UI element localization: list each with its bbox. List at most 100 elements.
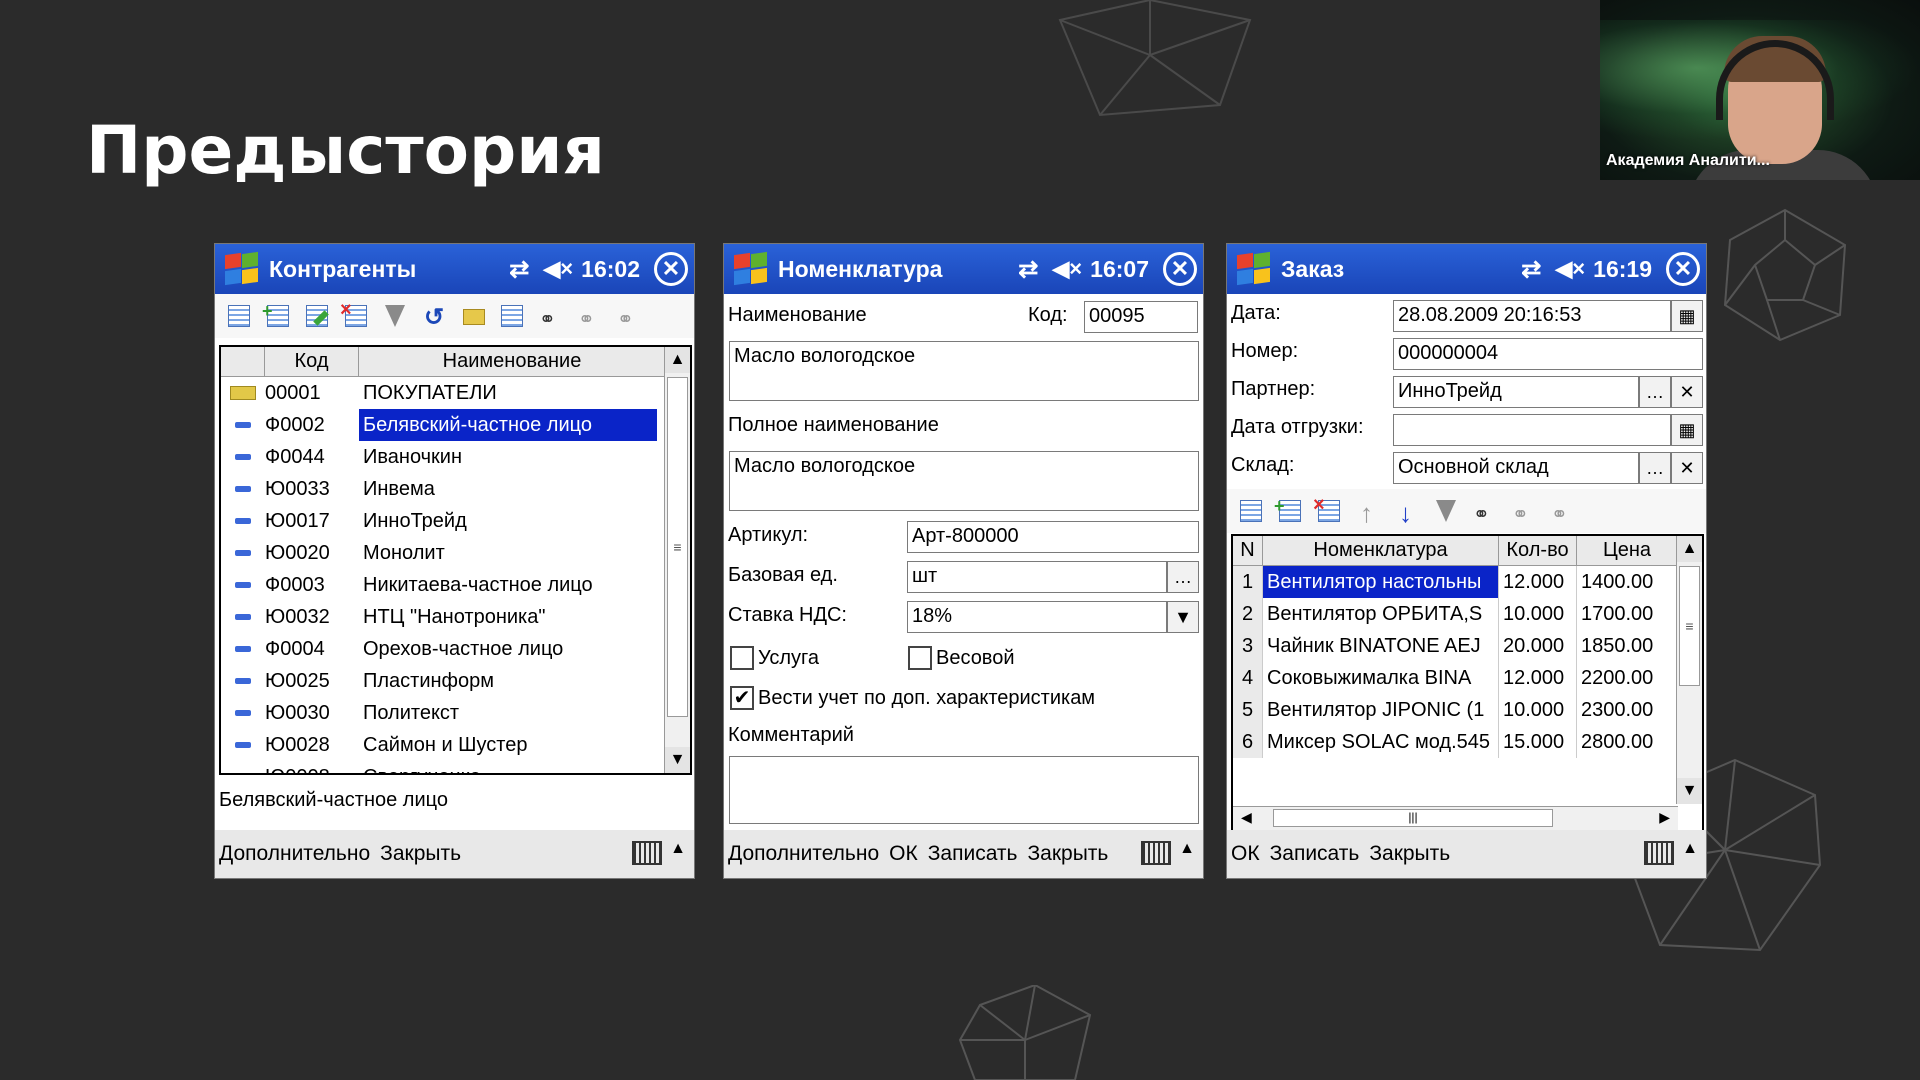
scroll-thumb[interactable]: ≡ — [667, 377, 688, 717]
weight-checkbox[interactable] — [908, 646, 932, 670]
find-previous-icon[interactable]: ⚭ — [574, 301, 606, 331]
code-field[interactable]: 00095 — [1084, 301, 1198, 333]
table-row[interactable]: Ю0017 ИнноТрейд — [221, 505, 666, 537]
table-row[interactable]: 2 Вентилятор ОРБИТА,S 10.000 1700.00 — [1233, 598, 1678, 630]
menu-close[interactable]: Закрыть — [1027, 842, 1108, 866]
scroll-left-icon[interactable]: ◀ — [1241, 809, 1252, 826]
menu-save[interactable]: Записать — [928, 842, 1018, 866]
unit-select-button[interactable]: … — [1167, 561, 1199, 593]
find-icon[interactable]: ⚭ — [1469, 496, 1501, 526]
table-row[interactable]: 00001 ПОКУПАТЕЛИ — [221, 377, 666, 409]
partner-select-button[interactable]: … — [1639, 376, 1671, 408]
date-field[interactable]: 28.08.2009 20:16:53 — [1393, 300, 1671, 332]
header-n[interactable]: N — [1233, 536, 1263, 565]
delete-icon[interactable]: × — [340, 299, 372, 331]
new-item-icon[interactable] — [223, 301, 255, 331]
find-previous-icon[interactable]: ⚭ — [1508, 496, 1540, 526]
menu-close[interactable]: Закрыть — [380, 842, 461, 866]
new-group-icon[interactable]: + — [262, 301, 294, 331]
menu-ok[interactable]: ОК — [889, 842, 918, 866]
volume-muted-icon[interactable]: ◀× — [1052, 256, 1082, 282]
input-panel-caret-icon[interactable]: ▲ — [670, 840, 686, 858]
fullname-field[interactable]: Масло вологодское — [729, 451, 1199, 511]
scroll-down-icon[interactable]: ▼ — [665, 747, 690, 773]
calendar-icon[interactable]: ▦ — [1671, 414, 1703, 446]
partner-field[interactable]: ИнноТрейд — [1393, 376, 1639, 408]
scroll-up-icon[interactable]: ▲ — [665, 347, 690, 373]
ship-date-field[interactable] — [1393, 414, 1671, 446]
table-row[interactable]: Ф0003 Никитаева-частное лицо — [221, 569, 666, 601]
menu-more[interactable]: Дополнительно — [219, 842, 370, 866]
clock[interactable]: 16:07 — [1090, 256, 1149, 283]
scroll-up-icon[interactable]: ▲ — [1677, 536, 1702, 562]
keyboard-icon[interactable] — [1141, 841, 1171, 865]
windows-start-icon[interactable] — [730, 251, 770, 287]
windows-start-icon[interactable] — [1233, 251, 1273, 287]
clock[interactable]: 16:02 — [581, 256, 640, 283]
input-panel-caret-icon[interactable]: ▲ — [1682, 840, 1698, 858]
menu-save[interactable]: Записать — [1270, 842, 1360, 866]
edit-icon[interactable] — [301, 301, 333, 331]
warehouse-clear-icon[interactable]: ✕ — [1671, 452, 1703, 484]
table-row[interactable]: Ю0020 Монолит — [221, 537, 666, 569]
menu-more[interactable]: Дополнительно — [728, 842, 879, 866]
number-field[interactable]: 000000004 — [1393, 338, 1703, 370]
table-row[interactable]: Ю0025 Пластинформ — [221, 665, 666, 697]
warehouse-field[interactable]: Основной склад — [1393, 452, 1639, 484]
close-icon[interactable]: ✕ — [1666, 252, 1700, 286]
header-nomenclature[interactable]: Номенклатура — [1263, 536, 1499, 565]
sync-icon[interactable]: ⇄ — [509, 255, 529, 284]
move-up-icon[interactable]: ↑ — [1352, 496, 1384, 528]
filter-icon[interactable] — [1430, 496, 1462, 526]
menu-close[interactable]: Закрыть — [1369, 842, 1450, 866]
move-down-icon[interactable]: ↓ — [1391, 496, 1423, 528]
scroll-down-icon[interactable]: ▼ — [1677, 778, 1702, 804]
table-row[interactable]: Ю0028 Саймон и Шустер — [221, 729, 666, 761]
find-next-icon[interactable]: ⚭ — [1547, 496, 1579, 526]
add-row-icon[interactable] — [1235, 496, 1267, 526]
table-row[interactable]: 3 Чайник BINATONE AEJ 20.000 1850.00 — [1233, 630, 1678, 662]
vat-select[interactable]: 18% — [907, 601, 1167, 633]
windows-start-icon[interactable] — [221, 251, 261, 287]
comment-field[interactable] — [729, 756, 1199, 824]
keyboard-icon[interactable] — [1644, 841, 1674, 865]
copy-row-icon[interactable]: + — [1274, 496, 1306, 526]
table-row[interactable]: Ю0030 Политекст — [221, 697, 666, 729]
header-price[interactable]: Цена — [1577, 536, 1678, 565]
table-row[interactable]: Ю0033 Инвема — [221, 473, 666, 505]
scroll-thumb-horizontal[interactable]: ||| — [1273, 809, 1553, 827]
keyboard-icon[interactable] — [632, 841, 662, 865]
table-row[interactable]: Ф0004 Орехов-частное лицо — [221, 633, 666, 665]
partner-clear-icon[interactable]: ✕ — [1671, 376, 1703, 408]
folder-icon[interactable] — [457, 301, 489, 331]
track-characteristics-checkbox[interactable]: ✔ — [730, 686, 754, 710]
clock[interactable]: 16:19 — [1593, 256, 1652, 283]
find-next-icon[interactable]: ⚭ — [613, 301, 645, 331]
table-row[interactable]: Ю0008 Свергуненко — [221, 761, 666, 774]
refresh-icon[interactable]: ↺ — [418, 301, 450, 331]
sync-icon[interactable]: ⇄ — [1521, 255, 1541, 284]
table-row[interactable]: 5 Вентилятор JIPONIC (1 10.000 2300.00 — [1233, 694, 1678, 726]
horizontal-scrollbar[interactable]: ◀ ||| ▶ — [1233, 806, 1678, 830]
delete-row-icon[interactable]: × — [1313, 494, 1345, 526]
input-panel-caret-icon[interactable]: ▲ — [1179, 840, 1195, 858]
header-qty[interactable]: Кол-во — [1499, 536, 1577, 565]
table-row[interactable]: 1 Вентилятор настольны 12.000 1400.00 — [1233, 566, 1678, 598]
sync-icon[interactable]: ⇄ — [1018, 255, 1038, 284]
close-icon[interactable]: ✕ — [1163, 252, 1197, 286]
unit-field[interactable]: шт — [907, 561, 1167, 593]
hierarchy-icon[interactable] — [496, 301, 528, 331]
menu-ok[interactable]: ОК — [1231, 842, 1260, 866]
chevron-down-icon[interactable]: ▼ — [1167, 601, 1199, 633]
volume-muted-icon[interactable]: ◀× — [543, 256, 573, 282]
calendar-icon[interactable]: ▦ — [1671, 300, 1703, 332]
service-checkbox[interactable] — [730, 646, 754, 670]
table-row[interactable]: 6 Миксер SOLAC мод.545 15.000 2800.00 — [1233, 726, 1678, 758]
table-row[interactable]: 4 Соковыжималка BINA 12.000 2200.00 — [1233, 662, 1678, 694]
name-field[interactable]: Масло вологодское — [729, 341, 1199, 401]
close-icon[interactable]: ✕ — [654, 252, 688, 286]
filter-icon[interactable] — [379, 301, 411, 331]
find-icon[interactable]: ⚭ — [535, 301, 567, 331]
vertical-scrollbar[interactable]: ▲ ≡ ▼ — [664, 347, 690, 773]
table-row[interactable]: Ф0002 Белявский-частное лицо — [221, 409, 666, 441]
